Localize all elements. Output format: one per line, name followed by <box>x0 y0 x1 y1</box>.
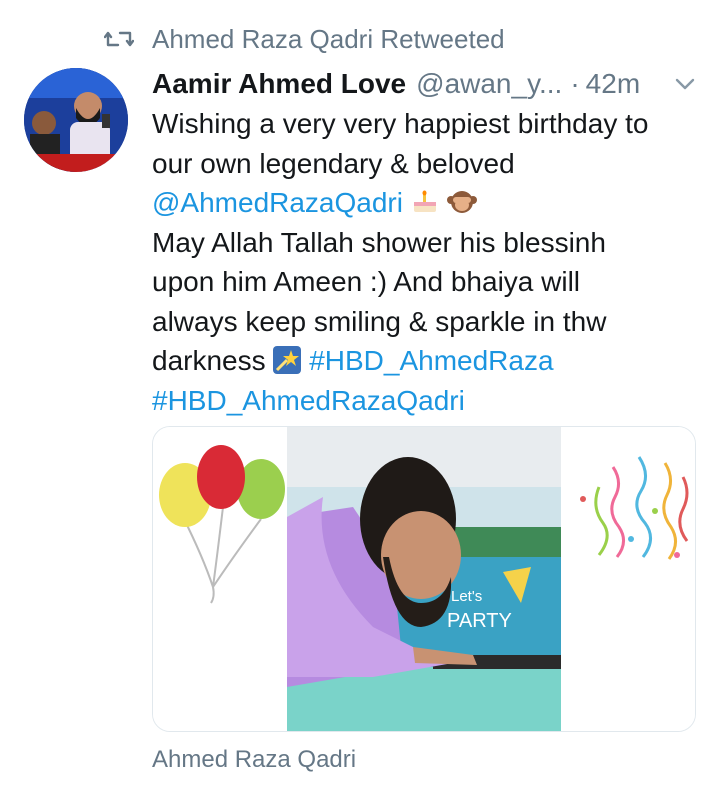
author-name[interactable]: Aamir Ahmed Love <box>152 68 406 100</box>
tweet-line: upon him Ameen :) And bhaiya will <box>152 266 581 297</box>
tweet-line: May Allah Tallah shower his blessinh <box>152 226 606 258</box>
author-handle[interactable]: @awan_y... <box>416 68 562 100</box>
photo-panel: Let's PARTY <box>287 427 561 731</box>
tweet-time[interactable]: 42m <box>586 68 640 100</box>
shooting-star-emoji <box>273 346 302 374</box>
hashtag-link[interactable]: #HBD_AhmedRaza <box>309 345 553 376</box>
lets-text: Let's <box>451 588 482 605</box>
separator-dot: · <box>570 68 580 99</box>
mention-link[interactable]: @AhmedRazaQadri <box>152 187 403 218</box>
media-card[interactable]: Let's PARTY <box>152 426 696 732</box>
tweet-line: #HBD_AhmedRazaQadri <box>152 381 700 421</box>
footer-author[interactable]: Ahmed Raza Qadri <box>152 746 356 774</box>
tweet-line: Wishing a very very happiest birthday to <box>152 108 649 139</box>
see-no-evil-monkey-emoji <box>446 191 477 213</box>
avatar-image <box>24 68 128 172</box>
tweet-header: Aamir Ahmed Love @awan_y... · 42m <box>152 64 700 104</box>
party-text: PARTY <box>447 610 512 632</box>
retweet-context[interactable]: Ahmed Raza Qadri Retweeted <box>104 22 505 56</box>
tweet-text: Wishing a very very happiest birthday to… <box>152 104 700 420</box>
retweet-icon <box>104 31 134 47</box>
hashtag-link[interactable]: #HBD_AhmedRazaQadri <box>152 385 465 416</box>
tweet-line: @AhmedRazaQadri <box>152 183 700 223</box>
cake-emoji <box>413 190 436 212</box>
party-image: Let's PARTY <box>153 427 695 731</box>
tweet-line: darkness #HBD_AhmedRaza <box>152 341 700 381</box>
tweet-line: always keep smiling & sparkle in thw <box>152 305 607 337</box>
avatar[interactable] <box>24 68 128 172</box>
tweet-line: our own legendary & beloved <box>152 147 515 179</box>
chevron-down-icon[interactable] <box>672 74 698 94</box>
retweet-label: Ahmed Raza Qadri Retweeted <box>152 23 505 54</box>
tweet-word: darkness <box>152 345 266 376</box>
